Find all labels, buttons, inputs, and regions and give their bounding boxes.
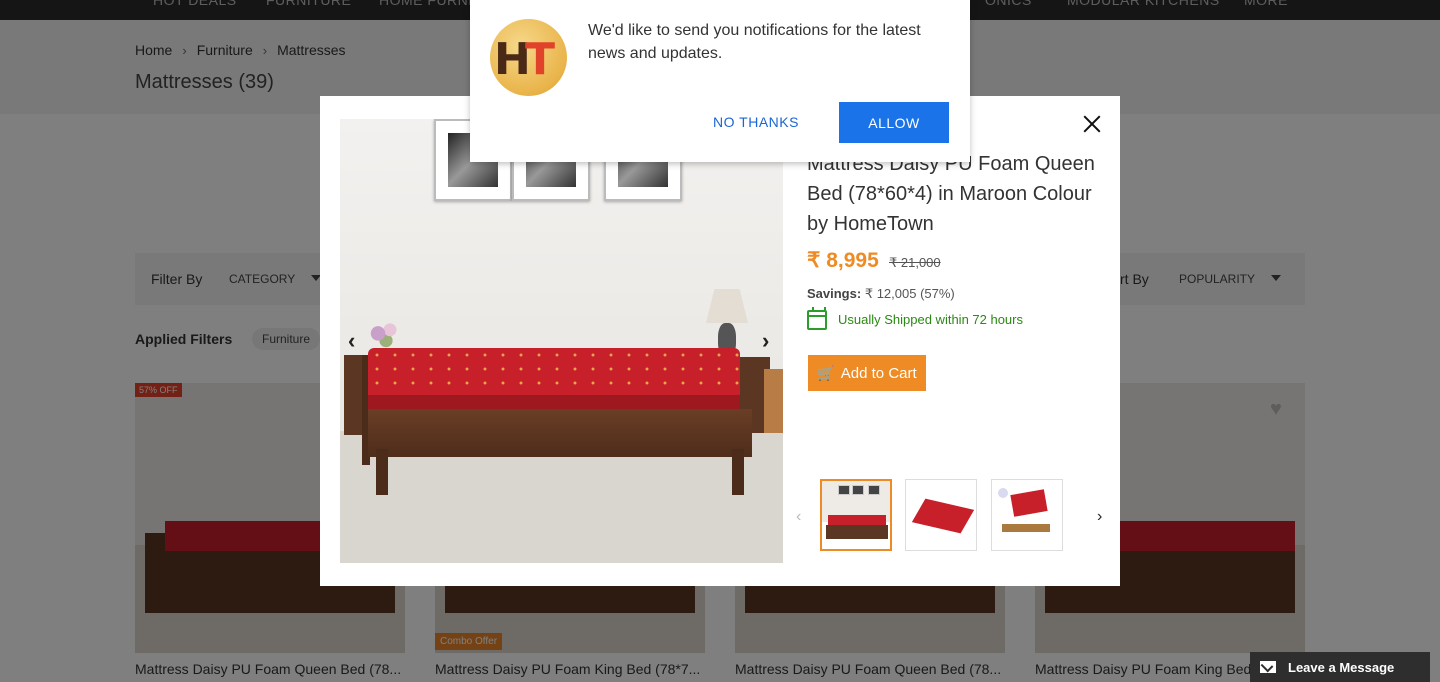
thumbnail-frame [838, 485, 850, 495]
leave-message-label: Leave a Message [1288, 659, 1395, 675]
allow-button[interactable]: ALLOW [839, 102, 949, 143]
thumbnail-mattress [911, 498, 975, 534]
thumbnail-frame [868, 485, 880, 495]
savings: Savings: ₹ 12,005 (57%) [807, 286, 955, 302]
mattress-side [368, 395, 740, 409]
no-thanks-button[interactable]: NO THANKS [704, 102, 808, 142]
thumbnail-bubble [998, 488, 1008, 498]
add-to-cart-label: Add to Cart [840, 364, 917, 382]
close-icon[interactable] [1080, 112, 1104, 136]
thumbnail[interactable] [991, 479, 1063, 551]
basket [764, 369, 783, 433]
thumbnail-mattress [1010, 489, 1048, 517]
product-price: ₹ 8,995 [807, 249, 879, 272]
notification-prompt: H T We'd like to send you notifications … [470, 0, 970, 162]
leave-message-widget[interactable]: Leave a Message [1250, 652, 1430, 682]
savings-label: Savings: [807, 286, 862, 301]
bed-leg [376, 449, 388, 495]
logo-letter-t: T [525, 34, 556, 85]
notification-message: We'd like to send you notifications for … [588, 22, 921, 62]
thumbnail[interactable] [820, 479, 892, 551]
thumbnail-frame [852, 485, 864, 495]
calendar-icon [807, 307, 827, 330]
quick-view-modal: ‹ › Mattress Daisy PU Foam Queen Bed (78… [320, 96, 1120, 586]
product-main-image [340, 119, 783, 563]
hometown-logo: H T [490, 19, 567, 96]
product-mrp: ₹ 21,000 [889, 255, 941, 270]
thumbnail-layer [1002, 524, 1050, 532]
cart-icon: 🛒 [817, 364, 835, 381]
savings-value: ₹ 12,005 (57%) [864, 286, 955, 301]
bed-leg [732, 449, 744, 495]
shipping-info: Usually Shipped within 72 hours [838, 312, 1023, 327]
chevron-right-icon[interactable]: › [1097, 508, 1102, 526]
chevron-right-icon[interactable]: › [762, 328, 769, 354]
logo-letter-h: H [494, 34, 531, 85]
thumbnail-bed-frame [826, 525, 888, 539]
mail-icon [1260, 661, 1276, 673]
thumbnail[interactable] [905, 479, 977, 551]
product-title: Mattress Daisy PU Foam Queen Bed (78*60*… [807, 153, 1095, 235]
chevron-left-icon[interactable]: ‹ [348, 328, 355, 354]
add-to-cart-button[interactable]: 🛒 Add to Cart [808, 355, 926, 391]
chevron-left-icon[interactable]: ‹ [796, 508, 801, 526]
bed-footboard [368, 409, 752, 457]
